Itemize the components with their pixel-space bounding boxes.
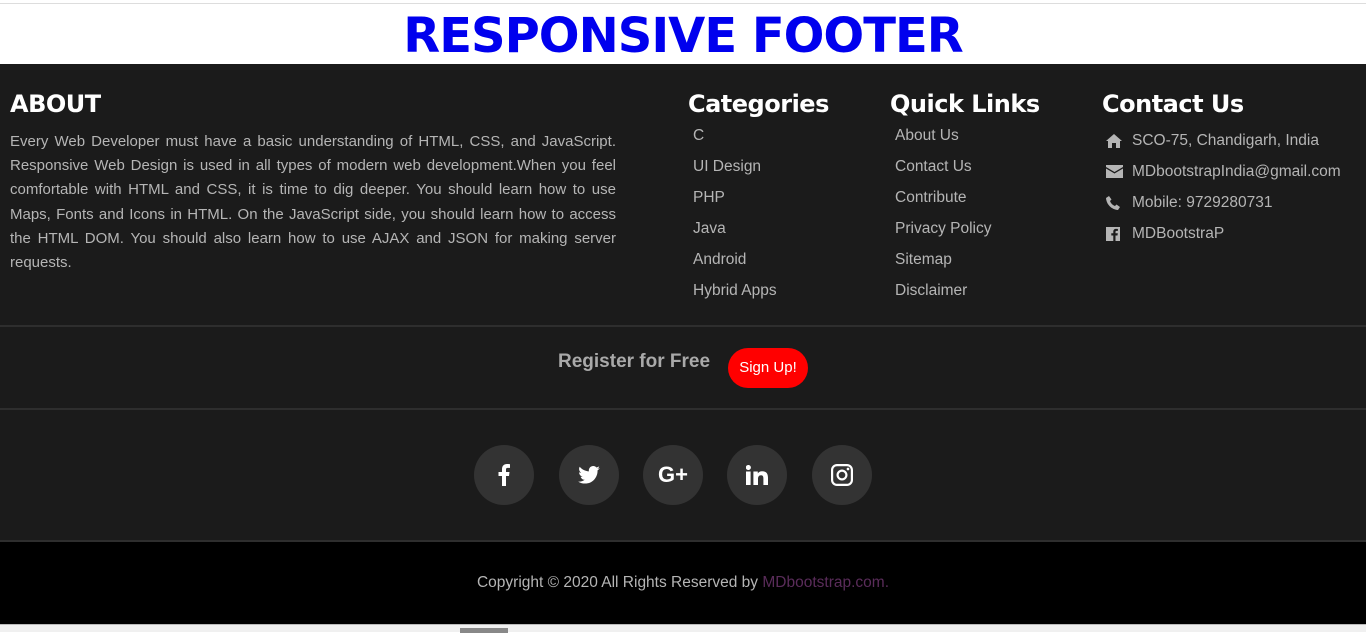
quick-link-contact-us[interactable]: Contact Us: [895, 157, 991, 188]
linkedin-button[interactable]: [727, 445, 787, 505]
quick-link-sitemap[interactable]: Sitemap: [895, 250, 991, 281]
scrollbar-thumb[interactable]: [460, 628, 508, 633]
categories-list: C UI Design PHP Java Android Hybrid Apps: [693, 126, 777, 312]
about-text: Every Web Developer must have a basic un…: [10, 133, 616, 272]
bottom-scrollbar: [0, 624, 1366, 633]
copyright-link[interactable]: MDbootstrap.com.: [762, 574, 889, 591]
quick-link-disclaimer[interactable]: Disclaimer: [895, 281, 991, 312]
divider: [0, 325, 1366, 327]
phone-icon: [1106, 195, 1132, 210]
home-icon: [1106, 133, 1132, 148]
copyright: Copyright © 2020 All Rights Reserved by …: [0, 573, 1366, 593]
facebook-square-icon: [1106, 226, 1132, 241]
contact-phone-text: Mobile: 9729280731: [1132, 193, 1273, 211]
category-link-java[interactable]: Java: [693, 219, 777, 250]
category-link-php[interactable]: PHP: [693, 188, 777, 219]
facebook-button[interactable]: [474, 445, 534, 505]
instagram-button[interactable]: [812, 445, 872, 505]
contact-email[interactable]: MDbootstrapIndia@gmail.com: [1106, 156, 1341, 187]
contact-facebook[interactable]: MDBootstraP: [1106, 218, 1341, 249]
contact-email-text: MDbootstrapIndia@gmail.com: [1132, 162, 1341, 180]
envelope-icon: [1106, 165, 1132, 178]
sign-up-button[interactable]: Sign Up!: [728, 348, 808, 388]
quick-links-heading: Quick Links: [890, 90, 1040, 118]
page-title: RESPONSIVE FOOTER: [403, 8, 963, 64]
contact-facebook-text: MDBootstraP: [1132, 224, 1225, 242]
facebook-icon: [498, 464, 510, 486]
linkedin-icon: [746, 465, 768, 485]
about-heading: ABOUT: [10, 90, 101, 118]
google-plus-button[interactable]: G+: [643, 445, 703, 505]
contact-list: SCO-75, Chandigarh, India MDbootstrapInd…: [1106, 125, 1341, 249]
category-link-ui-design[interactable]: UI Design: [693, 157, 777, 188]
category-link-hybrid-apps[interactable]: Hybrid Apps: [693, 281, 777, 312]
instagram-icon: [831, 464, 853, 486]
google-plus-icon: G+: [658, 462, 688, 487]
divider: [0, 408, 1366, 410]
category-link-c[interactable]: C: [693, 126, 777, 157]
copyright-text: Copyright © 2020 All Rights Reserved by: [476, 574, 763, 591]
quick-link-contribute[interactable]: Contribute: [895, 188, 991, 219]
contact-address-text: SCO-75, Chandigarh, India: [1132, 131, 1319, 149]
twitter-button[interactable]: [559, 445, 619, 505]
contact-address: SCO-75, Chandigarh, India: [1106, 125, 1341, 156]
categories-heading: Categories: [688, 90, 829, 118]
quick-links-list: About Us Contact Us Contribute Privacy P…: [895, 126, 991, 312]
contact-phone[interactable]: Mobile: 9729280731: [1106, 187, 1341, 218]
quick-link-privacy-policy[interactable]: Privacy Policy: [895, 219, 991, 250]
quick-link-about-us[interactable]: About Us: [895, 126, 991, 157]
category-link-android[interactable]: Android: [693, 250, 777, 281]
top-border: [0, 3, 1366, 4]
twitter-icon: [578, 466, 600, 484]
register-label: Register for Free: [558, 351, 711, 372]
contact-heading: Contact Us: [1102, 90, 1244, 118]
